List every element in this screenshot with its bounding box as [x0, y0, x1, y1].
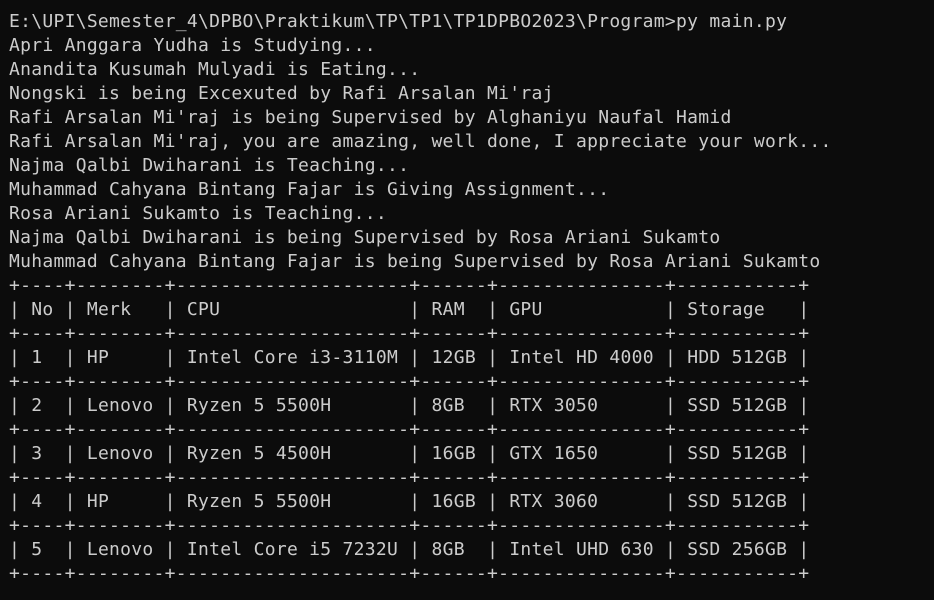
table-cell: SSD 512GB	[687, 395, 788, 416]
table-cell: 1	[31, 347, 43, 368]
table-cell: 8GB	[431, 539, 465, 560]
table-border: +----+--------+---------------------+---…	[9, 323, 810, 344]
table-cell: HDD 512GB	[687, 347, 788, 368]
table-cell: Intel HD 4000	[509, 347, 654, 368]
table-border: +----+--------+---------------------+---…	[9, 371, 810, 392]
table-row: | 1 | HP | Intel Core i3-3110M | 12GB | …	[9, 347, 810, 368]
output-line: Anandita Kusumah Mulyadi is Eating...	[9, 59, 421, 80]
table-header-row: | No | Merk | CPU | RAM | GPU | Storage …	[9, 299, 810, 320]
table-cell: Intel UHD 630	[509, 539, 654, 560]
table-cell: 12GB	[431, 347, 476, 368]
table-cell: Lenovo	[86, 443, 154, 464]
output-line: Muhammad Cahyana Bintang Fajar is being …	[9, 251, 821, 272]
table-cell: 3	[31, 443, 43, 464]
table-header-cell: GPU	[509, 299, 543, 320]
table-cell: GTX 1650	[509, 443, 599, 464]
output-line: Rosa Ariani Sukamto is Teaching...	[9, 203, 387, 224]
table-cell: Lenovo	[86, 539, 154, 560]
table-cell: RTX 3050	[509, 395, 599, 416]
laptop-spec-table: +----+--------+---------------------+---…	[9, 274, 832, 586]
table-cell: RTX 3060	[509, 491, 599, 512]
table-row: | 3 | Lenovo | Ryzen 5 4500H | 16GB | GT…	[9, 443, 810, 464]
table-border: +----+--------+---------------------+---…	[9, 563, 810, 584]
table-cell: 2	[31, 395, 43, 416]
table-cell: 4	[31, 491, 43, 512]
output-line: Najma Qalbi Dwiharani is being Supervise…	[9, 227, 721, 248]
command-text: py main.py	[676, 11, 788, 32]
output-line: Rafi Arsalan Mi'raj is being Supervised …	[9, 107, 732, 128]
table-cell: 5	[31, 539, 43, 560]
output-line: Nongski is being Excexuted by Rafi Arsal…	[9, 83, 554, 104]
table-cell: HP	[86, 347, 110, 368]
table-row: | 2 | Lenovo | Ryzen 5 5500H | 8GB | RTX…	[9, 395, 810, 416]
table-cell: Ryzen 5 4500H	[186, 443, 332, 464]
table-cell: Intel Core i5 7232U	[186, 539, 399, 560]
terminal-window[interactable]: E:\UPI\Semester_4\DPBO\Praktikum\TP\TP1\…	[0, 0, 934, 600]
table-border: +----+--------+---------------------+---…	[9, 515, 810, 536]
table-cell: Ryzen 5 5500H	[186, 395, 332, 416]
table-row: | 4 | HP | Ryzen 5 5500H | 16GB | RTX 30…	[9, 491, 810, 512]
table-cell: HP	[86, 491, 110, 512]
table-border: +----+--------+---------------------+---…	[9, 275, 810, 296]
table-cell: 8GB	[431, 395, 465, 416]
prompt-path: E:\UPI\Semester_4\DPBO\Praktikum\TP\TP1\…	[9, 11, 677, 32]
table-header-cell: Merk	[86, 299, 132, 320]
output-line: Apri Anggara Yudha is Studying...	[9, 35, 376, 56]
table-border: +----+--------+---------------------+---…	[9, 467, 810, 488]
table-cell: SSD 512GB	[687, 443, 788, 464]
output-line: Najma Qalbi Dwiharani is Teaching...	[9, 155, 410, 176]
table-cell: 16GB	[431, 443, 476, 464]
table-cell: Intel Core i3-3110M	[186, 347, 399, 368]
table-cell: Ryzen 5 5500H	[186, 491, 332, 512]
output-line: Rafi Arsalan Mi'raj, you are amazing, we…	[9, 131, 832, 152]
table-cell: Lenovo	[86, 395, 154, 416]
table-header-cell: Storage	[687, 299, 766, 320]
table-cell: 16GB	[431, 491, 476, 512]
table-cell: SSD 512GB	[687, 491, 788, 512]
table-header-cell: RAM	[431, 299, 465, 320]
command-line: E:\UPI\Semester_4\DPBO\Praktikum\TP\TP1\…	[9, 10, 832, 34]
table-header-cell: No	[31, 299, 54, 320]
output-line: Muhammad Cahyana Bintang Fajar is Giving…	[9, 179, 610, 200]
terminal-output: E:\UPI\Semester_4\DPBO\Praktikum\TP\TP1\…	[9, 10, 832, 586]
table-row: | 5 | Lenovo | Intel Core i5 7232U | 8GB…	[9, 539, 810, 560]
table-header-cell: CPU	[186, 299, 221, 320]
table-cell: SSD 256GB	[687, 539, 788, 560]
table-border: +----+--------+---------------------+---…	[9, 419, 810, 440]
